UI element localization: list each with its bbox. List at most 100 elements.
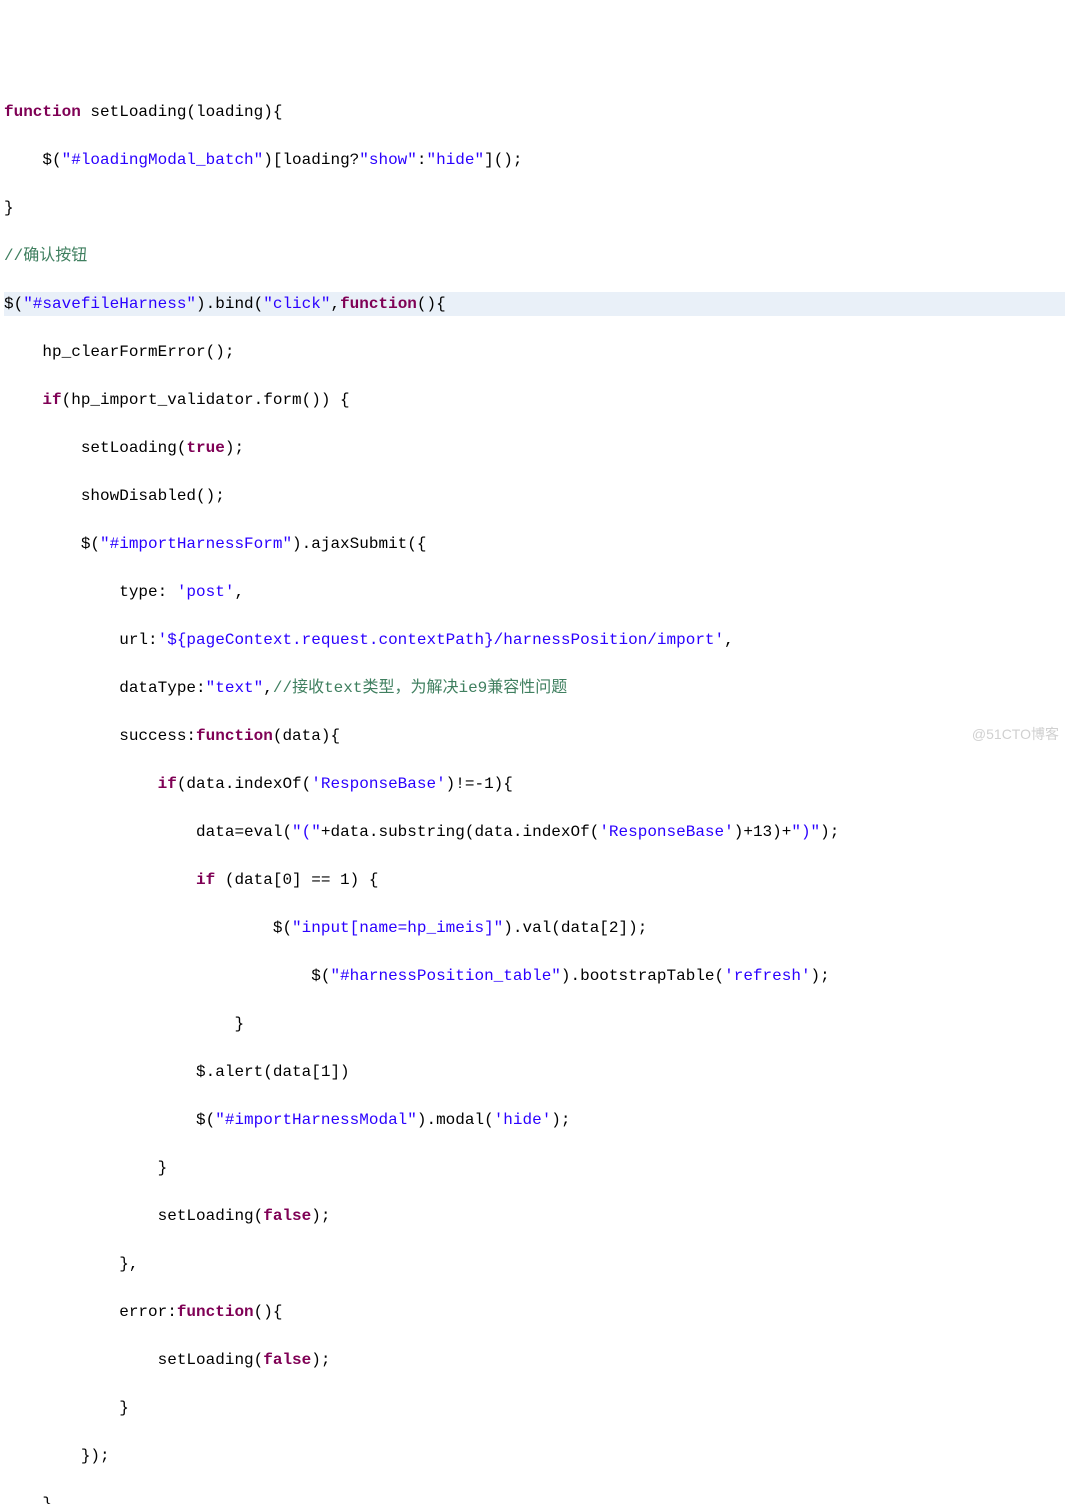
code-token: )+13)+ [734, 823, 792, 841]
code-token: false [263, 1351, 311, 1369]
code-line: dataType:"text",//接收text类型，为解决ie9兼容性问题 [4, 676, 1065, 700]
code-token: $( [4, 967, 330, 985]
code-token: ).bootstrapTable( [561, 967, 724, 985]
code-token: } [4, 1495, 52, 1504]
code-token: ).bind( [196, 295, 263, 313]
code-token: ); [811, 967, 830, 985]
code-token: "#savefileHarness" [23, 295, 196, 313]
code-line: } [4, 1396, 1065, 1420]
code-token: "#importHarnessModal" [215, 1111, 417, 1129]
code-token: if [196, 871, 215, 889]
code-token: ).ajaxSubmit({ [292, 535, 426, 553]
code-token: if [42, 391, 61, 409]
code-line: data=eval("("+data.substring(data.indexO… [4, 820, 1065, 844]
code-token: ).val(data[2]); [503, 919, 647, 937]
code-token: } [4, 199, 14, 217]
code-token: setLoading( [4, 1207, 263, 1225]
code-token: "show" [359, 151, 417, 169]
code-line: showDisabled(); [4, 484, 1065, 508]
code-line: $("#loadingModal_batch")[loading?"show":… [4, 148, 1065, 172]
code-token: success: [4, 727, 196, 745]
code-line: } [4, 196, 1065, 220]
code-line: if (data[0] == 1) { [4, 868, 1065, 892]
code-token: , [330, 295, 340, 313]
code-token: "hide" [426, 151, 484, 169]
code-token: (data.indexOf( [177, 775, 311, 793]
code-token: 'ResponseBase' [311, 775, 445, 793]
code-token: } [4, 1399, 129, 1417]
watermark: @51CTO博客 [972, 722, 1059, 746]
code-token: +data.substring(data.indexOf( [321, 823, 599, 841]
code-token: ).modal( [417, 1111, 494, 1129]
code-token: (){ [254, 1303, 283, 1321]
code-token: ); [311, 1207, 330, 1225]
code-token: (hp_import_validator.form()) { [62, 391, 350, 409]
code-token: } [4, 1159, 167, 1177]
code-token: ); [820, 823, 839, 841]
code-line: //确认按钮 [4, 244, 1065, 268]
code-token: "input[name=hp_imeis]" [292, 919, 503, 937]
code-token: function [177, 1303, 254, 1321]
code-line: } [4, 1156, 1065, 1180]
code-line: $("#importHarnessModal").modal('hide'); [4, 1108, 1065, 1132]
code-token: //接收text类型，为解决ie9兼容性问题 [273, 679, 567, 697]
code-token: "#importHarnessForm" [100, 535, 292, 553]
code-token: data=eval( [4, 823, 292, 841]
code-token: $.alert(data[1]) [4, 1063, 350, 1081]
code-token: ); [225, 439, 244, 457]
code-token: true [186, 439, 224, 457]
code-token: dataType: [4, 679, 206, 697]
code-token: (){ [417, 295, 446, 313]
code-token: url: [4, 631, 158, 649]
code-token: "#loadingModal_batch" [62, 151, 264, 169]
code-token: 'ResponseBase' [599, 823, 733, 841]
code-token: , [724, 631, 734, 649]
code-token: (data){ [273, 727, 340, 745]
code-token: $( [4, 919, 292, 937]
code-token: function [196, 727, 273, 745]
code-line: setLoading(false); [4, 1204, 1065, 1228]
code-line: $("#harnessPosition_table").bootstrapTab… [4, 964, 1065, 988]
code-token: if [158, 775, 177, 793]
code-line: if(hp_import_validator.form()) { [4, 388, 1065, 412]
code-token: 'post' [177, 583, 235, 601]
code-token: } [4, 1015, 244, 1033]
code-token: error: [4, 1303, 177, 1321]
code-token: type: [4, 583, 177, 601]
code-token: '${pageContext.request.contextPath}/harn… [158, 631, 725, 649]
code-token: setLoading( [4, 1351, 263, 1369]
code-line: hp_clearFormError(); [4, 340, 1065, 364]
code-line: setLoading(false); [4, 1348, 1065, 1372]
code-token: showDisabled(); [4, 487, 225, 505]
code-token: setLoading( [4, 439, 186, 457]
code-token: //确认按钮 [4, 247, 87, 265]
code-token: setLoading(loading){ [81, 103, 283, 121]
code-token: }); [4, 1447, 110, 1465]
code-line: success:function(data){ [4, 724, 1065, 748]
code-token: )!=-1){ [446, 775, 513, 793]
code-token: function [340, 295, 417, 313]
code-token: function [4, 103, 81, 121]
code-token: ](); [484, 151, 522, 169]
code-token: hp_clearFormError(); [4, 343, 234, 361]
code-token: 'hide' [494, 1111, 552, 1129]
code-token: , [263, 679, 273, 697]
code-token: false [263, 1207, 311, 1225]
code-token: ); [551, 1111, 570, 1129]
code-token: 'refresh' [724, 967, 810, 985]
code-line: type: 'post', [4, 580, 1065, 604]
code-line: $("input[name=hp_imeis]").val(data[2]); [4, 916, 1065, 940]
code-token: }, [4, 1255, 138, 1273]
code-line: setLoading(true); [4, 436, 1065, 460]
code-line: } [4, 1492, 1065, 1504]
code-line: $("#savefileHarness").bind("click",funct… [4, 292, 1065, 316]
code-line: url:'${pageContext.request.contextPath}/… [4, 628, 1065, 652]
code-line: }, [4, 1252, 1065, 1276]
code-token: ")" [791, 823, 820, 841]
code-line: $("#importHarnessForm").ajaxSubmit({ [4, 532, 1065, 556]
code-line: $.alert(data[1]) [4, 1060, 1065, 1084]
code-token: (data[0] == 1) { [215, 871, 378, 889]
code-token [4, 775, 158, 793]
code-line: if(data.indexOf('ResponseBase')!=-1){ [4, 772, 1065, 796]
code-line: }); [4, 1444, 1065, 1468]
